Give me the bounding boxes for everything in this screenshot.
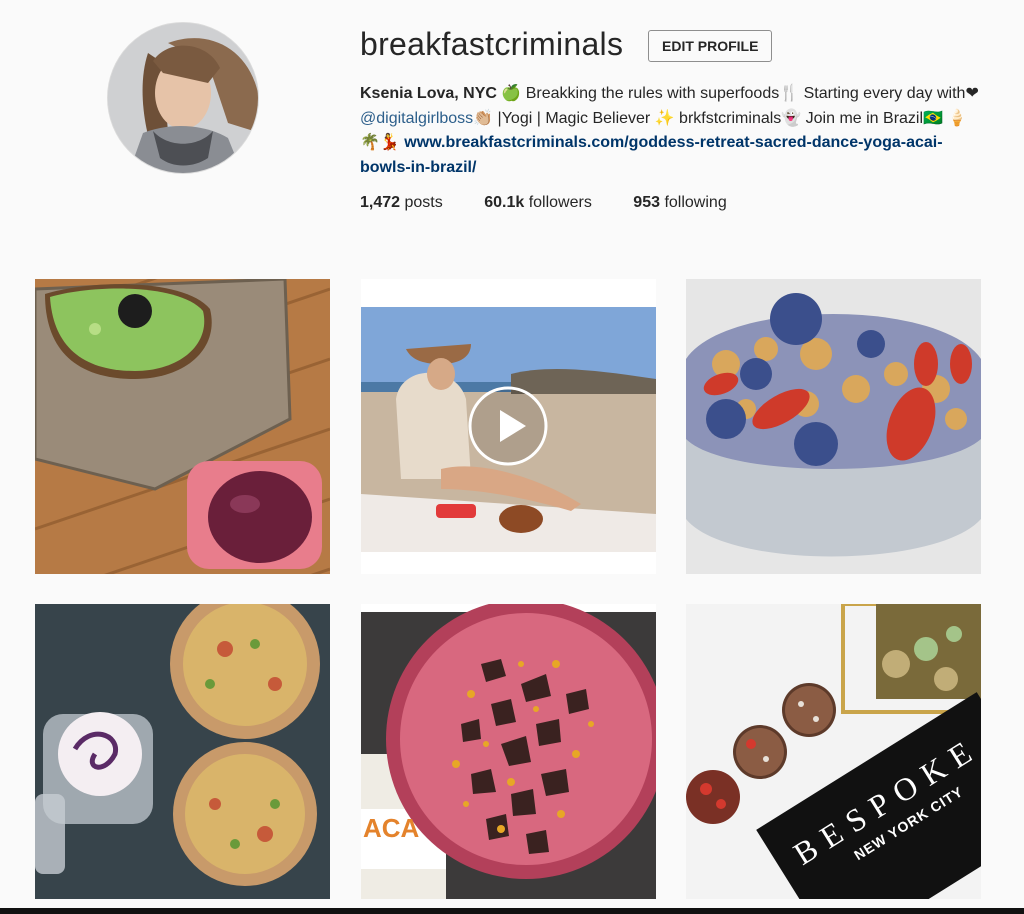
bio-text: 🍏 Breakking the rules with superfoods🍴 S… xyxy=(501,85,979,102)
profile-stats: 1,472 posts 60.1k followers 953 followin… xyxy=(360,194,727,212)
profile-full-name: Ksenia Lova, NYC xyxy=(360,85,497,102)
post-tile[interactable]: ACA xyxy=(361,604,656,899)
bio-mention-link[interactable]: @digitalgirlboss xyxy=(360,110,473,127)
post-tile[interactable]: BESPOKE NEW YORK CITY xyxy=(686,604,981,899)
following-label: following xyxy=(664,194,727,211)
post-tile[interactable] xyxy=(35,604,330,899)
post-image-grain-bowls xyxy=(35,604,330,899)
acai-jar-label: ACA xyxy=(363,813,420,843)
profile-avatar[interactable] xyxy=(107,22,259,174)
post-tile[interactable] xyxy=(686,279,981,574)
post-tile[interactable] xyxy=(35,279,330,574)
following-count: 953 xyxy=(633,194,660,211)
followers-label: followers xyxy=(528,194,592,211)
post-image-avocado-toast xyxy=(35,279,330,574)
edit-profile-button[interactable]: EDIT PROFILE xyxy=(648,30,773,62)
followers-count: 60.1k xyxy=(484,194,525,211)
bottom-edge xyxy=(0,908,1024,914)
post-tile-video[interactable] xyxy=(361,279,656,574)
posts-stat: 1,472 posts xyxy=(360,194,443,212)
avatar-photo xyxy=(108,23,258,173)
profile-username: breakfastcriminals xyxy=(360,26,624,62)
profile-bio: Ksenia Lova, NYC 🍏 Breakking the rules w… xyxy=(360,82,980,180)
bio-website-link[interactable]: www.breakfastcriminals.com/goddess-retre… xyxy=(360,134,943,176)
followers-stat[interactable]: 60.1k followers xyxy=(484,194,592,212)
play-icon xyxy=(468,386,548,466)
posts-label: posts xyxy=(404,194,443,211)
posts-count: 1,472 xyxy=(360,194,401,211)
post-image-berry-bowl xyxy=(686,279,981,574)
following-stat[interactable]: 953 following xyxy=(633,194,726,212)
post-image-bespoke-box: BESPOKE NEW YORK CITY xyxy=(686,604,981,899)
post-image-acai-bowl: ACA xyxy=(361,604,656,899)
